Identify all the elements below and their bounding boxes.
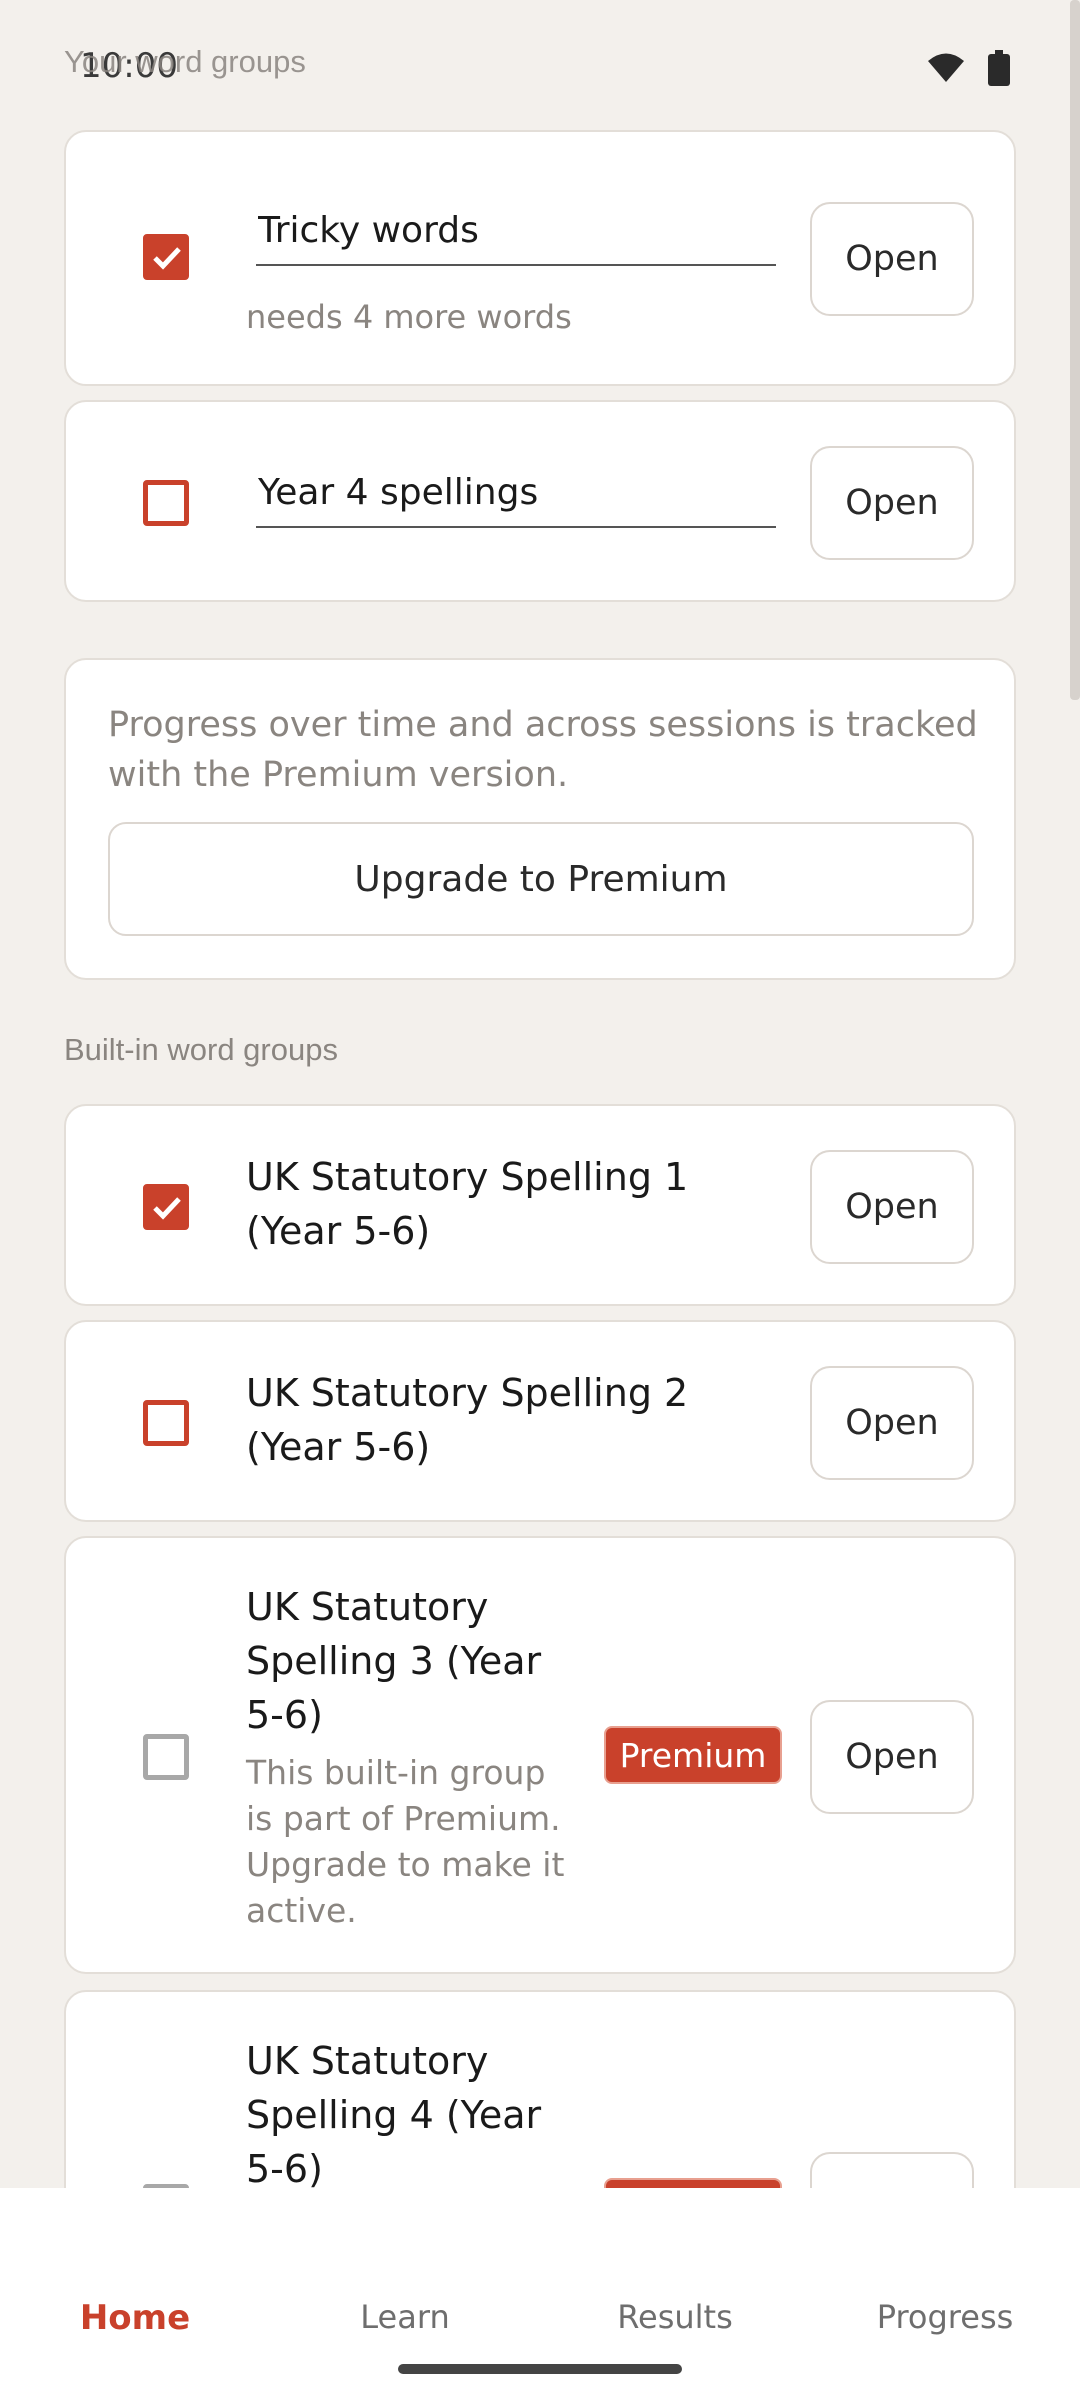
premium-promo-text: Progress over time and across sessions i… <box>108 705 978 795</box>
nav-tab-progress[interactable]: Progress <box>810 2298 1080 2336</box>
builtin-group-card-2: UK Statutory Spelling 2 (Year 5-6) Open <box>64 1320 1016 1522</box>
nav-tab-home[interactable]: Home <box>0 2298 270 2338</box>
open-button-builtin-1[interactable]: Open <box>810 1150 974 1264</box>
builtin-group-card-3: UK Statutory Spelling 3 (Year 5-6) This … <box>64 1536 1016 1974</box>
nav-tab-results[interactable]: Results <box>540 2298 810 2336</box>
open-button-builtin-2[interactable]: Open <box>810 1366 974 1480</box>
word-group-card-year-4-spellings: Open <box>64 400 1016 602</box>
premium-promo-card: Progress over time and across sessions i… <box>64 658 1016 980</box>
builtin-desc-3: This built-in group is part of Premium. … <box>246 1753 565 1930</box>
wifi-icon <box>928 53 964 82</box>
nav-tab-learn[interactable]: Learn <box>270 2298 540 2336</box>
group-name-input-tricky-words[interactable] <box>256 196 776 266</box>
builtin-title-3: UK Statutory Spelling 3 (Year 5-6) <box>246 1585 542 1737</box>
open-button-builtin-3[interactable]: Open <box>810 1700 974 1814</box>
builtin-group-card-1: UK Statutory Spelling 1 (Year 5-6) Open <box>64 1104 1016 1306</box>
section-label-built-in-groups: Built-in word groups <box>64 1032 338 1067</box>
builtin-checkbox-1[interactable] <box>143 1184 189 1230</box>
battery-icon <box>988 50 1010 86</box>
builtin-checkbox-3[interactable] <box>143 1734 189 1780</box>
check-icon <box>153 1197 181 1220</box>
builtin-title-4: UK Statutory Spelling 4 (Year 5-6) <box>246 2039 542 2191</box>
group-name-input-year-4-spellings[interactable] <box>256 458 776 528</box>
section-label-your-groups: Your word groups <box>64 44 306 79</box>
premium-badge-3: Premium <box>604 1726 782 1784</box>
group-checkbox-tricky-words[interactable] <box>143 234 189 280</box>
word-group-card-tricky-words: needs 4 more words Open <box>64 130 1016 386</box>
builtin-title-1: UK Statutory Spelling 1 (Year 5-6) <box>246 1155 689 1253</box>
group-hint-tricky-words: needs 4 more words <box>246 298 572 336</box>
builtin-checkbox-2[interactable] <box>143 1400 189 1446</box>
group-checkbox-year-4-spellings[interactable] <box>143 480 189 526</box>
open-button-tricky-words[interactable]: Open <box>810 202 974 316</box>
upgrade-to-premium-button[interactable]: Upgrade to Premium <box>108 822 974 936</box>
gesture-bar[interactable] <box>398 2364 682 2374</box>
open-button-year-4-spellings[interactable]: Open <box>810 446 974 560</box>
status-icons <box>926 50 1010 86</box>
scrollbar[interactable] <box>1070 0 1080 700</box>
check-icon <box>153 247 181 270</box>
builtin-title-2: UK Statutory Spelling 2 (Year 5-6) <box>246 1371 689 1469</box>
